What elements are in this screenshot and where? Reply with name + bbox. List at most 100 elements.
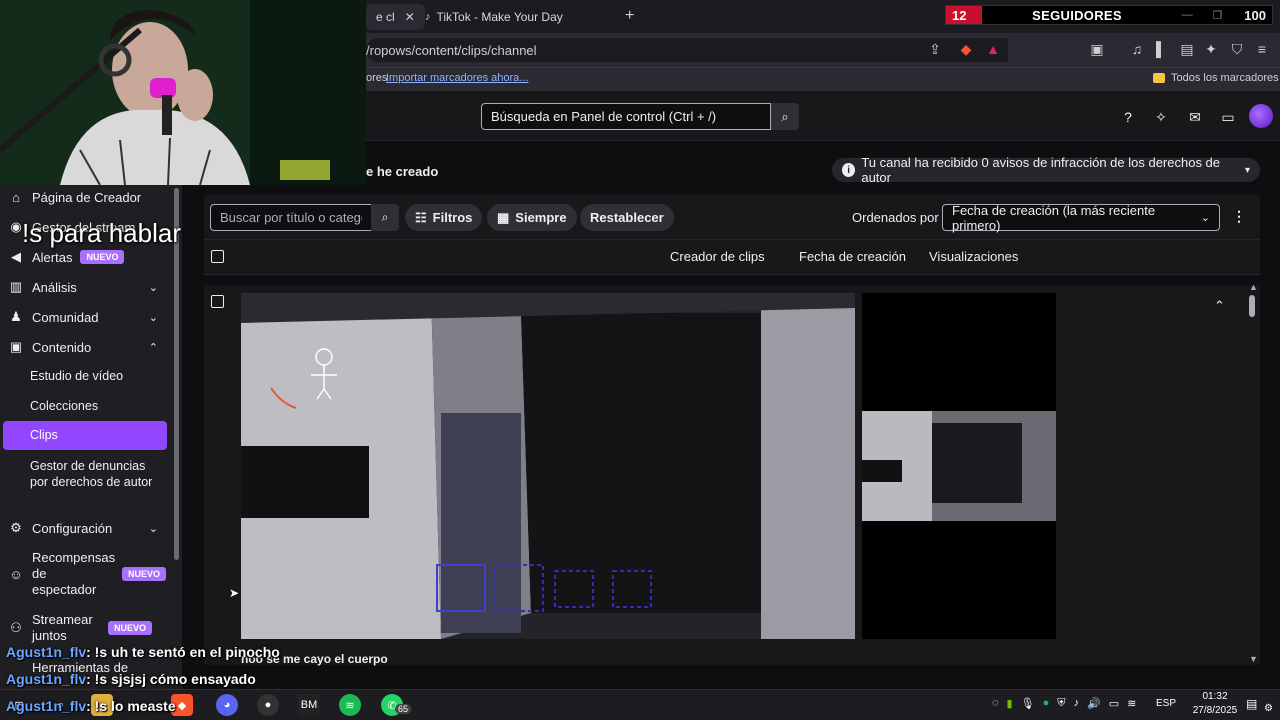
clip-thumbnail[interactable] bbox=[862, 293, 1056, 639]
sidebar-item-content[interactable]: ▣ Contenido ⌃ bbox=[0, 338, 172, 356]
new-badge: NUEVO bbox=[80, 250, 125, 264]
sidebar-item-creator-page[interactable]: ⌂ Página de Creador bbox=[0, 188, 172, 206]
minimize-icon[interactable]: — bbox=[1182, 9, 1193, 22]
leo-ai-icon[interactable]: ✦ bbox=[1202, 40, 1220, 58]
copyright-notice-text: Tu canal ha recibido 0 avisos de infracc… bbox=[861, 155, 1221, 185]
sidebar-item-community[interactable]: ♟ Comunidad ⌄ bbox=[0, 308, 172, 326]
sidebar-toggle-icon[interactable]: ▌ bbox=[1152, 40, 1170, 58]
sidebar-item-active-bg bbox=[3, 421, 167, 450]
tab-tiktok[interactable]: ♪ TikTok - Make Your Day bbox=[415, 4, 573, 30]
spotify-tray-icon[interactable]: ● bbox=[1043, 697, 1050, 710]
overlay-command-text: !s para hablar bbox=[22, 218, 181, 248]
import-bookmarks-link[interactable]: Importar marcadores ahora... bbox=[386, 72, 528, 84]
sidebar-item-analytics[interactable]: ▥ Análisis ⌄ bbox=[0, 278, 172, 296]
spotify-icon[interactable]: ≋ bbox=[339, 694, 361, 716]
search-icon[interactable]: ⌕ bbox=[371, 204, 399, 231]
select-all-checkbox[interactable] bbox=[211, 250, 224, 263]
sort-select[interactable]: Fecha de creación (la más reciente prime… bbox=[942, 203, 1220, 233]
audio-icon[interactable]: ♪ bbox=[1073, 697, 1079, 710]
security-icon[interactable]: ⛨ bbox=[1057, 697, 1065, 710]
chevron-down-icon: ⌄ bbox=[148, 281, 158, 294]
chart-icon: ▥ bbox=[9, 279, 23, 294]
sidebar-item-label: Recompensas de espectador bbox=[32, 550, 116, 597]
scroll-down-icon[interactable]: ▼ bbox=[1249, 654, 1258, 664]
clip-search-input[interactable] bbox=[210, 204, 372, 231]
clock-date: 27/8/2025 bbox=[1192, 705, 1238, 716]
collapse-icon[interactable]: ⌃ bbox=[1214, 298, 1225, 314]
all-bookmarks-button[interactable]: Todos los marcadores bbox=[1153, 72, 1279, 84]
column-views[interactable]: Visualizaciones bbox=[929, 249, 1018, 264]
restore-icon[interactable]: ❐ bbox=[1212, 9, 1222, 22]
chat-text: : !s lo measte bbox=[86, 698, 176, 714]
wifi-icon[interactable]: ≋ bbox=[1127, 697, 1136, 710]
section-title: e he creado bbox=[366, 164, 439, 179]
gear-icon: ⚙ bbox=[10, 520, 22, 535]
followers-count: 12 bbox=[946, 6, 982, 24]
clip-video-preview[interactable] bbox=[241, 293, 855, 639]
sidebar-item-copyright-manager[interactable]: Gestor de denuncias por derechos de auto… bbox=[30, 458, 155, 490]
brave-rewards-icon[interactable]: ▲ bbox=[984, 40, 1002, 58]
filters-button[interactable]: ☷ Filtros bbox=[405, 204, 483, 231]
chevron-up-icon: ⌃ bbox=[148, 341, 158, 354]
new-tab-button[interactable]: + bbox=[625, 7, 634, 25]
obs-icon[interactable]: ● bbox=[257, 694, 279, 716]
tray-icon[interactable]: ◌ bbox=[992, 697, 999, 710]
search-icon[interactable]: ⌕ bbox=[771, 103, 799, 130]
inbox-icon[interactable]: ✉ bbox=[1186, 108, 1204, 126]
sidebar-item-settings[interactable]: ⚙ Configuración ⌄ bbox=[0, 519, 172, 537]
help-icon[interactable]: ? bbox=[1119, 108, 1137, 126]
brave-shield-icon[interactable]: ◆ bbox=[957, 40, 975, 58]
sidebar-item-viewer-rewards[interactable]: ☺ Recompensas de espectador NUEVO bbox=[0, 550, 172, 598]
window-controls: — ❐ bbox=[1172, 9, 1232, 22]
microphone-icon[interactable]: 🎙 bbox=[1021, 697, 1035, 710]
wallet-icon[interactable]: ▤ bbox=[1178, 40, 1196, 58]
volume-icon[interactable]: 🔊 bbox=[1087, 697, 1101, 710]
music-icon[interactable]: ♫ bbox=[1128, 40, 1146, 58]
chat-username: Agust1n_flv bbox=[6, 698, 87, 714]
sidebar-item-clips[interactable]: Clips bbox=[30, 428, 58, 442]
period-button[interactable]: ▦ Siempre bbox=[487, 204, 577, 231]
column-creation-date[interactable]: Fecha de creación bbox=[799, 249, 906, 264]
avatar[interactable] bbox=[1249, 104, 1273, 128]
row-checkbox[interactable] bbox=[211, 295, 224, 308]
chevron-down-icon: ⌄ bbox=[148, 311, 158, 324]
all-bookmarks-label: Todos los marcadores bbox=[1171, 72, 1279, 84]
more-options-icon[interactable]: ⋮ bbox=[1232, 208, 1246, 225]
reader-icon[interactable]: ▣ bbox=[1088, 40, 1106, 58]
network-icon[interactable]: ▭ bbox=[1109, 697, 1119, 710]
followers-goal: 100 bbox=[1244, 7, 1266, 23]
sidebar-item-alerts[interactable]: ◀ Alertas NUEVO bbox=[0, 248, 172, 266]
column-clip-creator[interactable]: Creador de clips bbox=[670, 249, 765, 264]
copyright-notice[interactable]: i Tu canal ha recibido 0 avisos de infra… bbox=[832, 155, 1260, 185]
discord-icon[interactable]: ◕ bbox=[216, 694, 238, 716]
close-tab-icon[interactable]: ✕ bbox=[405, 10, 415, 24]
sparkle-icon[interactable]: ✧ bbox=[1152, 108, 1170, 126]
dashboard-search-input[interactable] bbox=[481, 103, 771, 130]
chevron-down-icon: ▾ bbox=[1244, 164, 1250, 176]
clock[interactable]: 01:32 27/8/2025 bbox=[1187, 690, 1243, 718]
chat-message: Agust1n_flv: !s uh te sentó en el pinoch… bbox=[6, 644, 280, 660]
notifications-icon[interactable]: ▤ bbox=[1246, 697, 1257, 711]
sidebar-item-collections[interactable]: Colecciones bbox=[30, 399, 98, 413]
sidebar-item-video-studio[interactable]: Estudio de vídeo bbox=[30, 369, 123, 383]
scroll-up-icon[interactable]: ▲ bbox=[1249, 282, 1258, 292]
followers-goal-widget: 12 SEGUIDORES — ❐ 100 bbox=[945, 5, 1273, 25]
megaphone-icon: ◀ bbox=[11, 249, 21, 264]
url-text[interactable]: /ropows/content/clips/channel bbox=[366, 43, 537, 58]
reset-button[interactable]: Restablecer bbox=[580, 204, 674, 231]
nvidia-icon[interactable]: ▮ bbox=[1007, 697, 1013, 710]
webcam-feed bbox=[0, 0, 366, 185]
period-label: Siempre bbox=[515, 210, 567, 225]
share-icon[interactable]: ⇪ bbox=[926, 40, 944, 58]
settings-icon[interactable]: ⚙ bbox=[1264, 703, 1273, 714]
scrollbar-thumb[interactable] bbox=[1249, 295, 1255, 317]
bm-app-icon[interactable]: BM bbox=[298, 694, 320, 716]
vpn-icon[interactable]: ⛉ bbox=[1228, 40, 1246, 58]
chat-message: Agust1n_flv: !s sjsjsj cómo ensayado bbox=[6, 671, 256, 687]
input-language[interactable]: ESP bbox=[1156, 698, 1176, 709]
chevron-down-icon: ⌄ bbox=[148, 522, 158, 535]
sidebar-item-stream-together[interactable]: ⚇ Streamear juntos NUEVO bbox=[0, 612, 172, 644]
menu-icon[interactable]: ≡ bbox=[1253, 40, 1271, 58]
whispers-icon[interactable]: ▭ bbox=[1219, 108, 1237, 126]
whatsapp-badge: 65 bbox=[395, 704, 412, 714]
